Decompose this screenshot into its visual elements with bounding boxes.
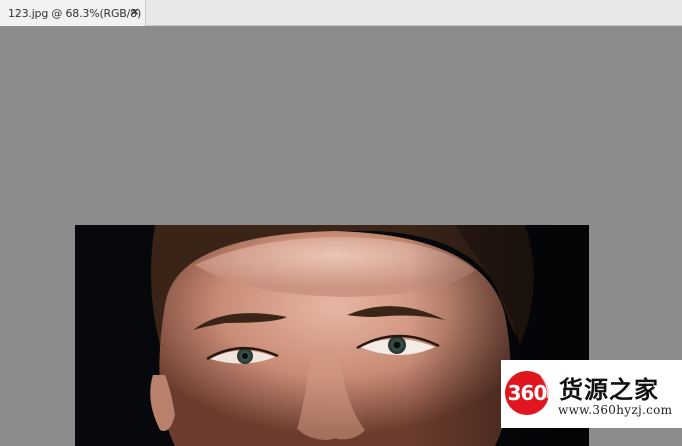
- photo-editor-window: 123.jpg @ 68.3%(RGB/8) × 360 货源之家 www.36…: [0, 0, 682, 446]
- document-tab-title: 123.jpg @ 68.3%(RGB/8): [8, 6, 142, 20]
- watermark-url: www.360hyzj.com: [558, 403, 673, 417]
- watermark-brand: 货源之家: [559, 376, 659, 404]
- document-tab-bar: 123.jpg @ 68.3%(RGB/8) ×: [0, 0, 682, 26]
- close-icon[interactable]: ×: [128, 5, 142, 19]
- canvas-area[interactable]: 360 货源之家 www.360hyzj.com: [0, 26, 682, 446]
- document-tab[interactable]: 123.jpg @ 68.3%(RGB/8) ×: [0, 0, 146, 26]
- logo-360-text: 360: [507, 381, 548, 405]
- logo-360: 360: [504, 370, 550, 416]
- watermark-360hyzj: 360 货源之家 www.360hyzj.com: [501, 360, 682, 428]
